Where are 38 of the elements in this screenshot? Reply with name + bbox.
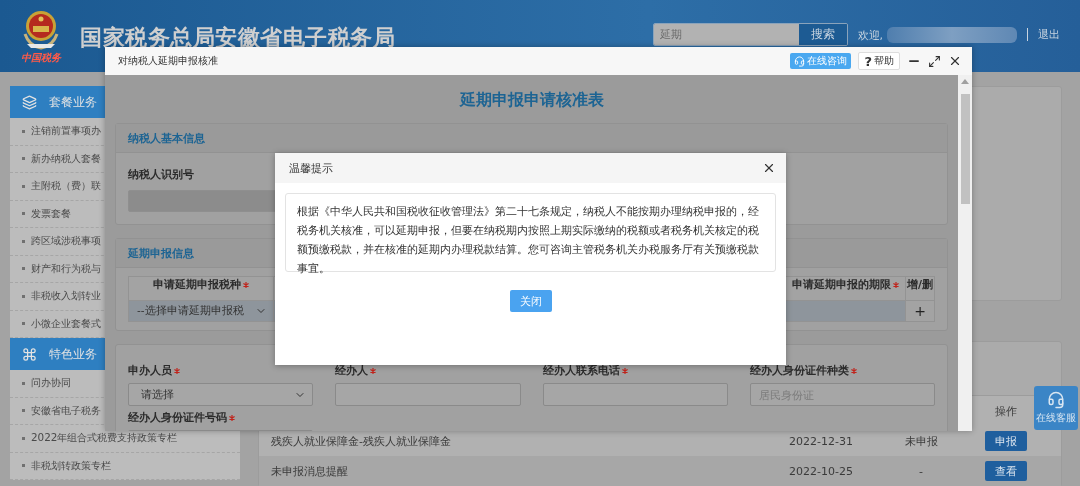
- logo-caption: 中国税务: [21, 51, 61, 65]
- section-title: 套餐业务: [49, 93, 97, 111]
- sidebar-item-label: 跨区域涉税事项: [31, 234, 101, 249]
- sidebar-item-label: 非税划转政策专栏: [31, 458, 111, 473]
- sidebar-item-label: 新办纳税人套餐: [31, 151, 101, 166]
- sidebar-item-label: 2022年组合式税费支持政策专栏: [31, 431, 178, 446]
- field-label: 经办人身份证件号码: [128, 410, 235, 425]
- card-title: 延期申报信息: [128, 245, 194, 261]
- field-label: 纳税人识别号: [128, 167, 194, 182]
- sidebar-item-label: 发票套餐: [31, 206, 71, 221]
- sidebar-item-label: 安徽省电子税务: [31, 403, 101, 418]
- field-label: 申办人员: [128, 363, 180, 378]
- column-header: 申请延期申报的期限: [792, 277, 899, 292]
- section-title: 特色业务: [49, 345, 97, 363]
- sidebar-item-label: 财产和行为税与: [31, 261, 101, 276]
- welcome-text: 欢迎,: [857, 28, 883, 43]
- alert-message: 根据《中华人民共和国税收征收管理法》第二十七条规定，纳税人不能按期办理纳税申报的，经税务机关核准，可以延期申报，但要在纳税期内按照上期实际缴纳的税额或者税务机关核定的税额预缴税款，并在核准的延期内办理税款结算。您可咨询主管税务机关办税服务厅有关预缴税款事宜。: [297, 204, 760, 276]
- task-name: 残疾人就业保障金-残疾人就业保障金: [271, 433, 451, 449]
- form-title: 延期申报申请核准表: [459, 90, 604, 111]
- task-status: -: [919, 464, 923, 478]
- sidebar-item-label: 主附税（费）联: [31, 179, 101, 194]
- task-date: 2022-10-25: [789, 464, 853, 478]
- task-status: 未申报: [904, 433, 938, 449]
- column-header: 操作: [995, 403, 1017, 419]
- column-header: 申请延期申报税种: [153, 277, 249, 292]
- field-label: 经办人: [335, 363, 377, 378]
- card-title: 纳税人基本信息: [128, 130, 205, 146]
- field-label: 经办人身份证件种类: [749, 363, 857, 378]
- sidebar-item-label: 小微企业套餐式: [31, 316, 101, 331]
- field-label: 经办人联系电话: [542, 363, 628, 378]
- task-date: 2022-12-31: [789, 434, 853, 448]
- sidebar-item-label: 注销前置事项办: [31, 124, 101, 139]
- dialog-title: 对纳税人延期申报核准: [118, 54, 218, 68]
- sidebar-item-label: 问办协同: [31, 376, 71, 391]
- column-header: 增/删: [907, 277, 933, 292]
- alert-title: 温馨提示: [289, 160, 333, 176]
- task-name: 未申报消息提醒: [271, 463, 348, 479]
- sidebar-item-label: 非税收入划转业: [31, 289, 101, 304]
